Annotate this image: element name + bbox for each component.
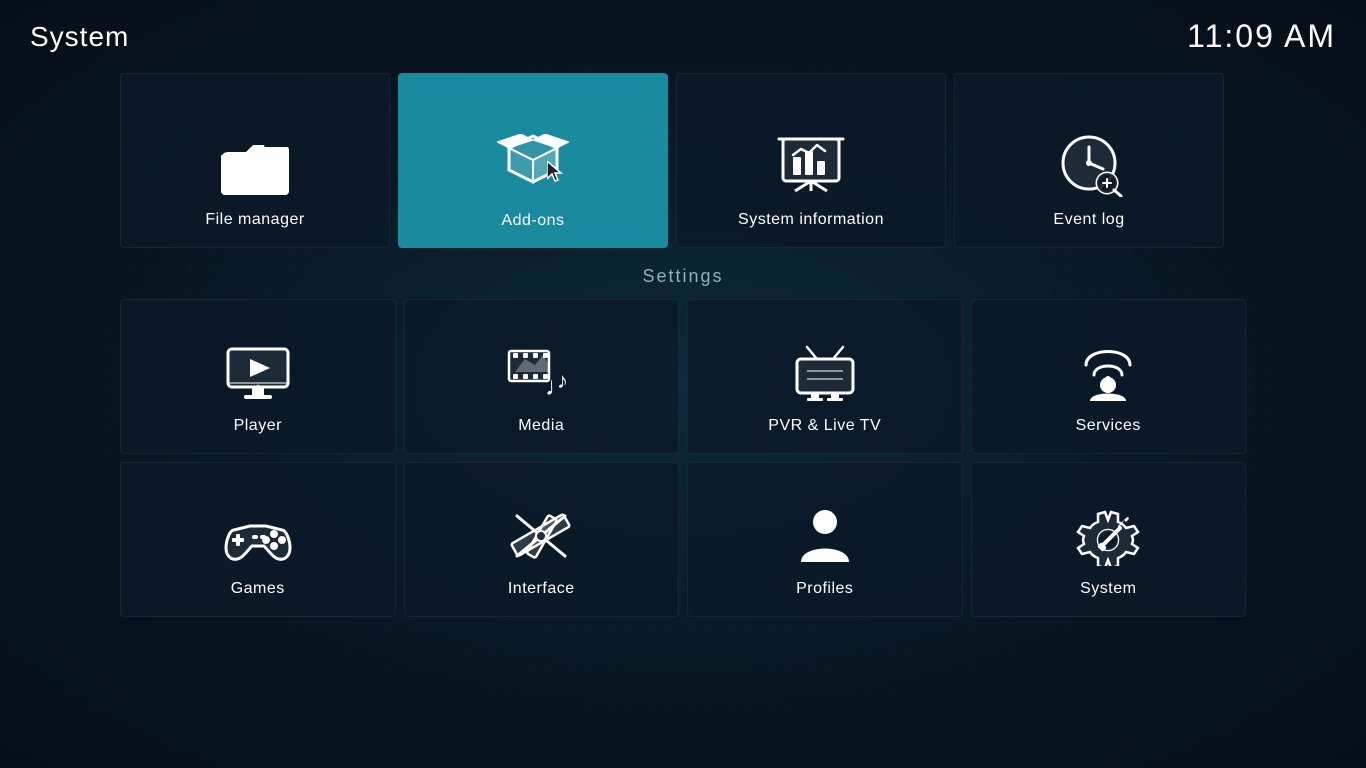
event-log-label: Event log	[1053, 211, 1124, 229]
interface-icon	[507, 506, 575, 566]
player-label: Player	[234, 417, 282, 435]
interface-label: Interface	[508, 580, 575, 598]
system-information-icon	[775, 133, 847, 197]
tile-pvr-live-tv[interactable]: PVR & Live TV	[687, 299, 963, 454]
profiles-icon	[791, 506, 859, 566]
event-log-icon	[1053, 133, 1125, 197]
file-manager-icon	[219, 137, 291, 197]
add-ons-icon	[497, 134, 569, 198]
tile-profiles[interactable]: Profiles	[687, 462, 963, 617]
services-icon	[1074, 343, 1142, 403]
pvr-live-tv-label: PVR & Live TV	[768, 417, 881, 435]
system-label: System	[1080, 580, 1136, 598]
tile-player[interactable]: Player	[120, 299, 396, 454]
settings-label: Settings	[120, 266, 1246, 287]
tile-interface[interactable]: Interface	[404, 462, 680, 617]
media-icon: ♩ ♪	[507, 343, 575, 403]
top-row: File manager	[120, 73, 1246, 248]
tile-event-log[interactable]: Event log	[954, 73, 1224, 248]
system-icon	[1074, 506, 1142, 566]
player-icon	[224, 347, 292, 403]
games-label: Games	[231, 580, 285, 598]
tile-media[interactable]: ♩ ♪ Media	[404, 299, 680, 454]
tile-games[interactable]: Games	[120, 462, 396, 617]
main-content: File manager	[0, 73, 1366, 617]
svg-text:♪: ♪	[557, 368, 568, 393]
pvr-live-tv-icon	[791, 343, 859, 403]
tile-system[interactable]: System	[971, 462, 1247, 617]
header: System 11:09 AM	[0, 0, 1366, 73]
profiles-label: Profiles	[796, 580, 853, 598]
media-label: Media	[518, 417, 564, 435]
services-label: Services	[1076, 417, 1141, 435]
tile-add-ons[interactable]: Add-ons	[398, 73, 668, 248]
clock: 11:09 AM	[1187, 18, 1336, 55]
page-title: System	[30, 21, 129, 53]
tile-services[interactable]: Services	[971, 299, 1247, 454]
tile-file-manager[interactable]: File manager	[120, 73, 390, 248]
tile-system-information[interactable]: System information	[676, 73, 946, 248]
settings-grid: Player	[120, 299, 1246, 617]
system-information-label: System information	[738, 211, 884, 229]
file-manager-label: File manager	[205, 211, 304, 229]
add-ons-label: Add-ons	[501, 212, 564, 230]
games-icon	[222, 510, 294, 566]
